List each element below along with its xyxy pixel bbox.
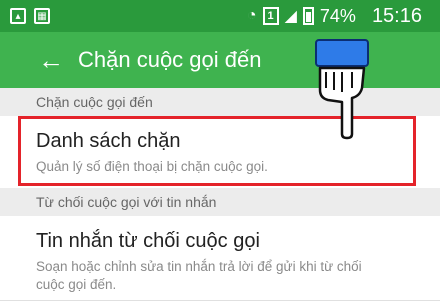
section-header-label: Chặn cuộc gọi đến	[36, 94, 153, 110]
battery-percent: 74%	[319, 5, 356, 26]
page-title: Chặn cuộc gọi đến	[78, 47, 262, 72]
divider	[0, 300, 440, 301]
battery-icon	[302, 7, 314, 25]
clock: 15:16	[371, 4, 422, 27]
section-header-label: Từ chối cuộc gọi với tin nhắn	[36, 194, 217, 210]
calendar-icon: ▦	[34, 8, 50, 24]
status-bar: ▴ ▦ ◔ 1 ◢ 74% 15:16	[0, 0, 440, 32]
list-item-subtitle: Soạn hoặc chỉnh sửa tin nhắn trả lời để …	[36, 259, 362, 292]
list-item-reject-messages[interactable]: Tin nhắn từ chối cuộc gọi Soạn hoặc chỉn…	[0, 216, 440, 302]
pointing-hand-icon	[302, 38, 382, 145]
list-item-title: Tin nhắn từ chối cuộc gọi	[36, 230, 260, 252]
sim-icon: 1	[262, 7, 279, 25]
signal-icon: ◢	[284, 8, 297, 25]
image-icon: ▴	[10, 8, 26, 24]
wifi-icon: ◔	[246, 7, 257, 24]
section-header-reject-messages: Từ chối cuộc gọi với tin nhắn	[0, 188, 440, 216]
back-arrow-icon[interactable]: ←	[38, 47, 64, 73]
